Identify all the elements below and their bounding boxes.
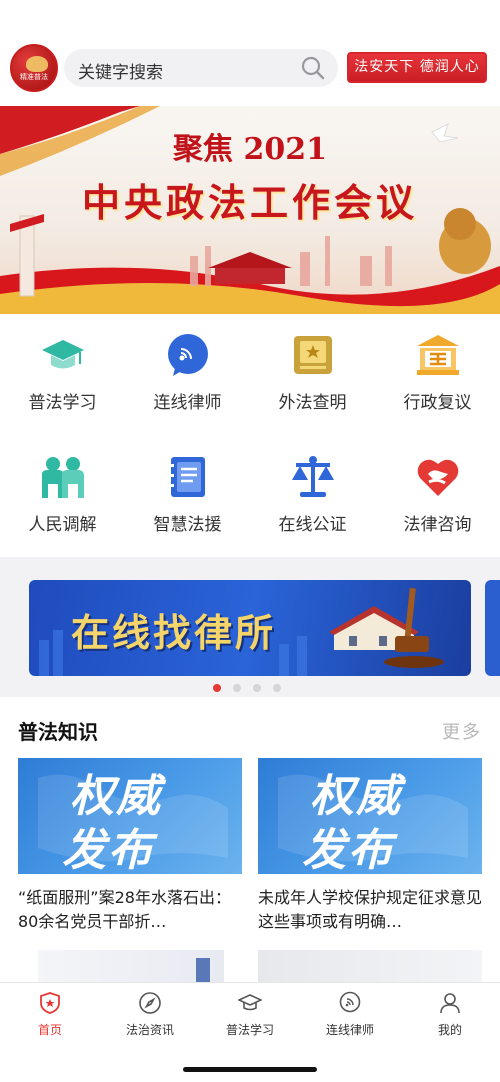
news-card[interactable]: 权威 发布 未成年人学校保护规定征求意见 这些事项或有明确… [258,758,482,938]
carousel-dot[interactable] [213,684,221,692]
grid-label-consult: 法律咨询 [403,515,472,535]
promo-carousel[interactable]: 在线找律所 [0,565,500,697]
banner-title-main: 中央政法工作会议 [81,180,418,225]
more-link[interactable]: 更多 [442,718,482,744]
carousel-dot[interactable] [233,684,241,692]
tab-label: 我的 [437,1023,462,1037]
user-icon [440,993,460,1014]
scales-icon [292,456,334,497]
shield-heart-icon [417,459,459,496]
tab-label: 首页 [37,1023,62,1037]
grid-label-foreign-law: 外法查明 [278,393,347,413]
law-book-icon [294,336,332,374]
search-icon[interactable] [300,55,326,81]
notebook-icon [168,457,205,497]
news-card-image: 权威 发布 [258,758,482,874]
graduation-cap-icon [238,994,262,1011]
hero-banner[interactable]: 聚焦 2021 中央政法工作会议 [0,106,500,314]
app-logo[interactable]: 精准普法 [10,44,58,92]
grid-item-notary[interactable]: 在线公证 [250,444,375,544]
grid-label-lawyer: 连线律师 [153,393,222,413]
grid-item-review[interactable]: 行政复议 [375,322,500,422]
news-card-image: 权威 发布 [18,758,242,874]
news-card-image[interactable] [258,950,482,982]
carousel-dots [213,684,293,692]
promo-banner[interactable]: 在线找律所 [29,580,471,676]
home-indicator[interactable] [183,1067,317,1072]
header: 精准普法 关键字搜索 法安天下 德润人心 [0,0,500,106]
grid-label-mediation: 人民调解 [28,515,97,535]
news-card-image[interactable] [38,950,224,982]
slogan-badge: 法安天下 德润人心 [347,52,487,83]
tab-label: 连线律师 [325,1023,374,1037]
section-title: 普法知识 [18,720,98,744]
home-shield-icon [40,992,60,1014]
tab-news[interactable]: 法治资讯 [100,987,200,1047]
graduation-cap-icon [42,340,84,369]
news-card-title: 未成年人学校保护规定征求意见 这些事项或有明确… [258,888,482,931]
grid-item-consult[interactable]: 法律咨询 [375,444,500,544]
grid-label-review: 行政复议 [403,393,472,413]
next-cards-preview [0,950,500,982]
news-card-title: “纸面服刑”案28年水落石出：80余名党员干部折… [18,888,231,931]
grid-item-study[interactable]: 普法学习 [0,322,125,422]
news-card[interactable]: 权威 发布 “纸面服刑”案28年水落石出：80余名党员干部折… [18,758,242,938]
grid-label-study: 普法学习 [28,393,97,413]
carousel-dot[interactable] [253,684,261,692]
tab-lawyer[interactable]: 连线律师 [300,987,400,1047]
grid-label-notary: 在线公证 [278,515,347,535]
tab-study[interactable]: 普法学习 [200,987,300,1047]
tab-label: 普法学习 [225,1023,274,1037]
logo-text: 精准普法 [20,73,48,81]
promo-next-peek[interactable] [485,580,500,676]
grid-item-legal-aid[interactable]: 智慧法援 [125,444,250,544]
grid-item-lawyer[interactable]: 连线律师 [125,322,250,422]
carousel-dot[interactable] [273,684,281,692]
grid-label-legal-aid: 智慧法援 [153,515,222,535]
chat-bubble-icon [168,334,208,376]
card-image-text: 发布 [302,825,394,874]
compass-icon [139,992,161,1014]
search-placeholder: 关键字搜索 [78,63,163,83]
tab-home[interactable]: 首页 [0,987,100,1047]
chat-bubble-icon [339,991,361,1013]
feature-grid: 普法学习 连线律师 外法查明 行政复议 人民调解 智慧法援 在线公证 法律咨询 [0,314,500,558]
card-image-text: 发布 [62,825,154,874]
courthouse-icon [417,335,459,375]
grid-item-mediation[interactable]: 人民调解 [0,444,125,544]
tab-profile[interactable]: 我的 [400,987,500,1047]
banner-title-top: 聚焦 2021 [173,132,327,167]
grid-item-foreign-law[interactable]: 外法查明 [250,322,375,422]
people-icon [42,457,84,498]
tab-label: 法治资讯 [125,1023,174,1037]
search-bar[interactable]: 关键字搜索 [64,49,338,87]
promo-text: 在线找律所 [71,610,277,655]
section-divider [0,557,500,565]
